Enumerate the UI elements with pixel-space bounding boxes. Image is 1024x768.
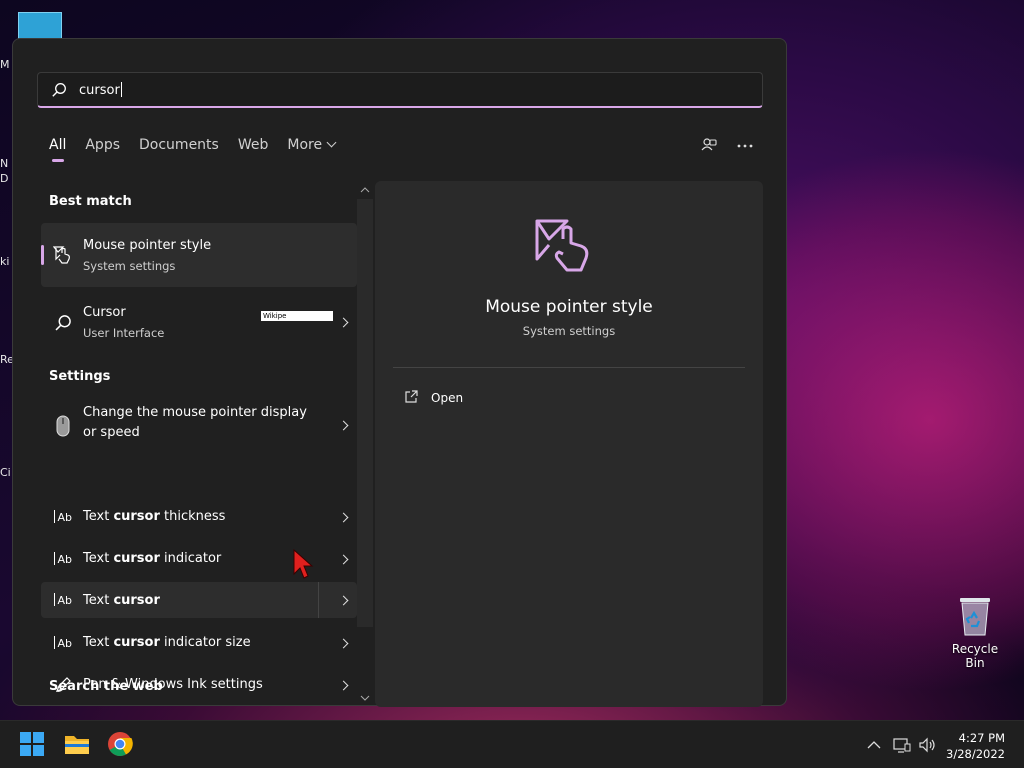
- clock-time: 4:27 PM: [958, 731, 1005, 745]
- setting-text-cursor-indicator-size[interactable]: Ab Text cursor indicator size: [41, 625, 357, 661]
- tab-all[interactable]: All: [49, 137, 66, 162]
- result-mouse-pointer-style[interactable]: Mouse pointer style System settings: [41, 223, 357, 287]
- search-icon: [53, 313, 73, 333]
- settings-header: Settings: [49, 369, 111, 384]
- result-subtitle: System settings: [83, 259, 176, 273]
- start-button[interactable]: [19, 731, 47, 759]
- file-explorer-button[interactable]: [63, 731, 91, 759]
- chevron-right-icon[interactable]: [338, 638, 349, 649]
- web-preview-thumbnail: Wikipe: [261, 311, 333, 321]
- best-match-header: Best match: [49, 194, 132, 209]
- tab-more-label: More: [287, 137, 323, 153]
- result-cursor-web[interactable]: Cursor User Interface Wikipe: [41, 291, 357, 355]
- text-cursor-icon: Ab: [53, 549, 73, 569]
- text-cursor-icon-glyph: Ab: [57, 511, 72, 524]
- more-options-icon[interactable]: [735, 136, 755, 156]
- scroll-down-icon: [360, 695, 370, 701]
- setting-text-cursor-thickness[interactable]: Ab Text cursor thickness: [41, 499, 357, 535]
- open-label: Open: [431, 391, 464, 405]
- clock[interactable]: 4:27 PM 3/28/2022: [946, 730, 1005, 762]
- tab-documents[interactable]: Documents: [139, 137, 219, 161]
- recycle-bin-icon: [958, 596, 992, 636]
- text-cursor-icon-glyph: Ab: [57, 594, 72, 607]
- tab-more[interactable]: More: [287, 137, 337, 161]
- search-input[interactable]: cursor: [37, 72, 763, 108]
- network-icon[interactable]: [892, 735, 912, 755]
- mouse-pointer-style-icon: [533, 217, 603, 277]
- result-title: Mouse pointer style: [83, 238, 212, 253]
- setting-label: Text cursor indicator size: [83, 635, 251, 650]
- row-divider: [318, 582, 319, 618]
- filter-tabs: All Apps Documents Web More: [49, 137, 354, 162]
- text-cursor-icon-glyph: Ab: [57, 553, 72, 566]
- search-panel: cursor All Apps Documents Web More Best …: [12, 38, 787, 707]
- results-scrollbar[interactable]: [357, 181, 373, 705]
- text-cursor-icon: Ab: [53, 590, 73, 610]
- chevron-right-icon[interactable]: [338, 420, 349, 431]
- setting-label-line2: or speed: [83, 425, 140, 440]
- setting-text-cursor[interactable]: Ab Text cursor: [41, 582, 357, 618]
- recycle-bin[interactable]: Recycle Bin: [942, 596, 1008, 670]
- windows-logo-icon: [20, 732, 44, 756]
- text-cursor-icon: Ab: [53, 633, 73, 653]
- volume-icon[interactable]: [917, 735, 937, 755]
- open-external-icon: [405, 390, 418, 403]
- preview-pane: Mouse pointer style System settings Open: [375, 181, 763, 707]
- mouse-cursor-icon: [292, 548, 314, 580]
- text-cursor-icon: Ab: [53, 507, 73, 527]
- setting-label: Text cursor: [83, 593, 160, 608]
- preview-subtitle: System settings: [522, 324, 616, 338]
- recycle-bin-label: Recycle Bin: [951, 642, 999, 670]
- chrome-icon: [108, 732, 133, 757]
- chevron-down-icon: [326, 137, 337, 148]
- results-list: Best match Mouse pointer style System se…: [41, 181, 357, 705]
- taskbar: 4:27 PM 3/28/2022: [0, 720, 1024, 768]
- setting-mouse-pointer-display[interactable]: Change the mouse pointer display or spee…: [41, 397, 357, 455]
- search-icon: [51, 82, 67, 98]
- tab-apps[interactable]: Apps: [85, 137, 120, 161]
- chevron-right-icon[interactable]: [338, 317, 349, 328]
- text-cursor-icon-glyph: Ab: [57, 637, 72, 650]
- mouse-icon: [53, 415, 73, 437]
- search-query: cursor: [79, 82, 122, 98]
- search-web-header: Search the web: [49, 679, 163, 694]
- show-hidden-icons-icon[interactable]: [864, 735, 884, 755]
- folder-icon: [65, 736, 89, 754]
- people-switch-icon[interactable]: [699, 136, 719, 156]
- mouse-pointer-style-icon: [53, 245, 73, 265]
- selection-indicator: [41, 245, 44, 265]
- result-subtitle: User Interface: [83, 326, 165, 340]
- chevron-right-icon[interactable]: [338, 512, 349, 523]
- setting-label: Text cursor indicator: [83, 551, 222, 566]
- scrollbar-thumb[interactable]: [357, 199, 373, 627]
- scroll-up-icon: [360, 187, 370, 193]
- setting-label: Text cursor thickness: [83, 509, 226, 524]
- chevron-right-icon[interactable]: [338, 595, 349, 606]
- chevron-right-icon[interactable]: [338, 680, 349, 691]
- result-title: Cursor: [83, 305, 126, 320]
- chevron-right-icon[interactable]: [338, 554, 349, 565]
- preview-title: Mouse pointer style: [485, 297, 653, 317]
- setting-label: Change the mouse pointer display: [83, 405, 307, 420]
- chrome-button[interactable]: [107, 731, 135, 759]
- tab-web[interactable]: Web: [238, 137, 269, 161]
- preview-divider: [393, 367, 745, 368]
- clock-date: 3/28/2022: [946, 747, 1005, 761]
